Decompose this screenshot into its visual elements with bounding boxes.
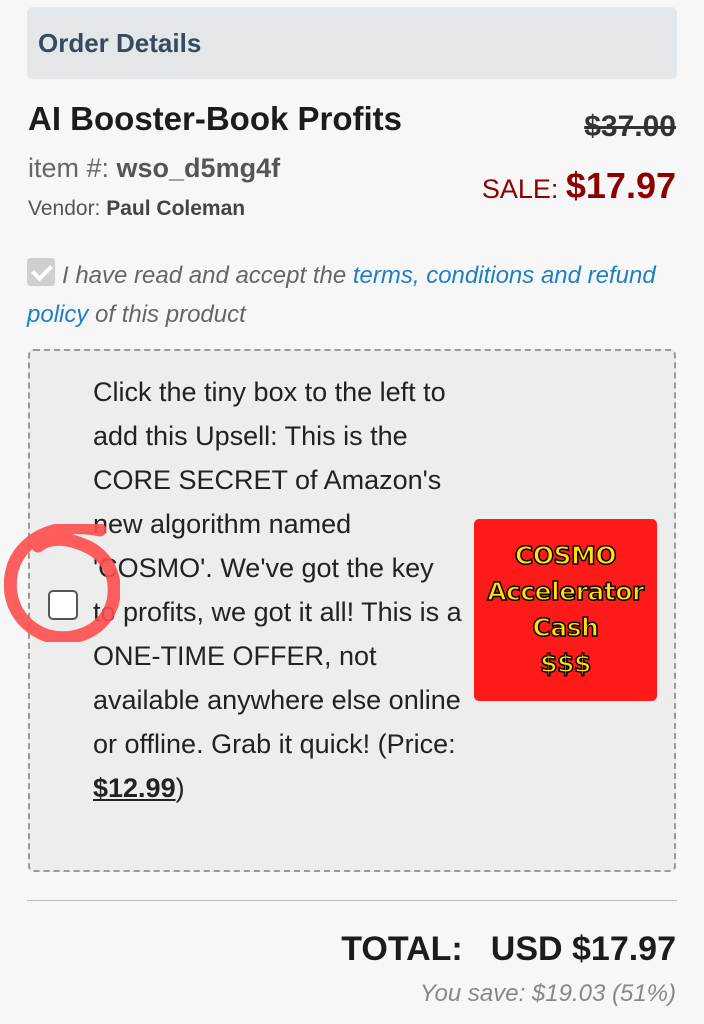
sale-price-line: SALE: $17.97 xyxy=(482,165,676,207)
sale-price: $17.97 xyxy=(565,165,676,206)
upsell-product-image: COSMO Accelerator Cash $$$ xyxy=(474,519,657,701)
terms-text-after: of this product xyxy=(88,301,246,328)
terms-acceptance: I have read and accept the terms, condit… xyxy=(27,256,677,334)
item-number: item #: wso_d5mg4f xyxy=(28,153,280,184)
vendor-label: Vendor: xyxy=(28,197,107,220)
upsell-image-line: COSMO xyxy=(514,540,617,571)
item-number-label: item #: xyxy=(28,153,117,183)
upsell-checkbox[interactable] xyxy=(48,590,78,620)
product-title: AI Booster-Book Profits xyxy=(28,100,403,137)
upsell-description-text: Click the tiny box to the left to add th… xyxy=(93,377,462,759)
total-label: TOTAL: xyxy=(341,930,463,968)
item-number-value: wso_d5mg4f xyxy=(116,153,281,183)
order-details-header: Order Details xyxy=(27,7,677,79)
upsell-image-line: $$$ xyxy=(539,648,592,679)
vendor-name: Paul Coleman xyxy=(106,197,246,220)
upsell-image-line: Accelerator xyxy=(486,576,645,607)
upsell-price: $12.99 xyxy=(93,773,176,803)
upsell-image-line: Cash xyxy=(532,612,600,643)
terms-checkbox[interactable] xyxy=(27,258,55,286)
upsell-description: Click the tiny box to the left to add th… xyxy=(93,370,463,810)
order-details-title: Order Details xyxy=(38,27,202,58)
sale-label: SALE: xyxy=(481,174,566,204)
upsell-price-close: ) xyxy=(175,773,185,803)
divider xyxy=(27,900,677,901)
order-total: TOTAL: USD $17.97 xyxy=(341,930,676,969)
original-price: $37.00 xyxy=(584,110,676,143)
total-amount: USD $17.97 xyxy=(490,930,676,968)
terms-text-before: I have read and accept the xyxy=(62,262,353,289)
vendor: Vendor: Paul Coleman xyxy=(28,197,245,221)
savings-text: You save: $19.03 (51%) xyxy=(419,980,676,1007)
